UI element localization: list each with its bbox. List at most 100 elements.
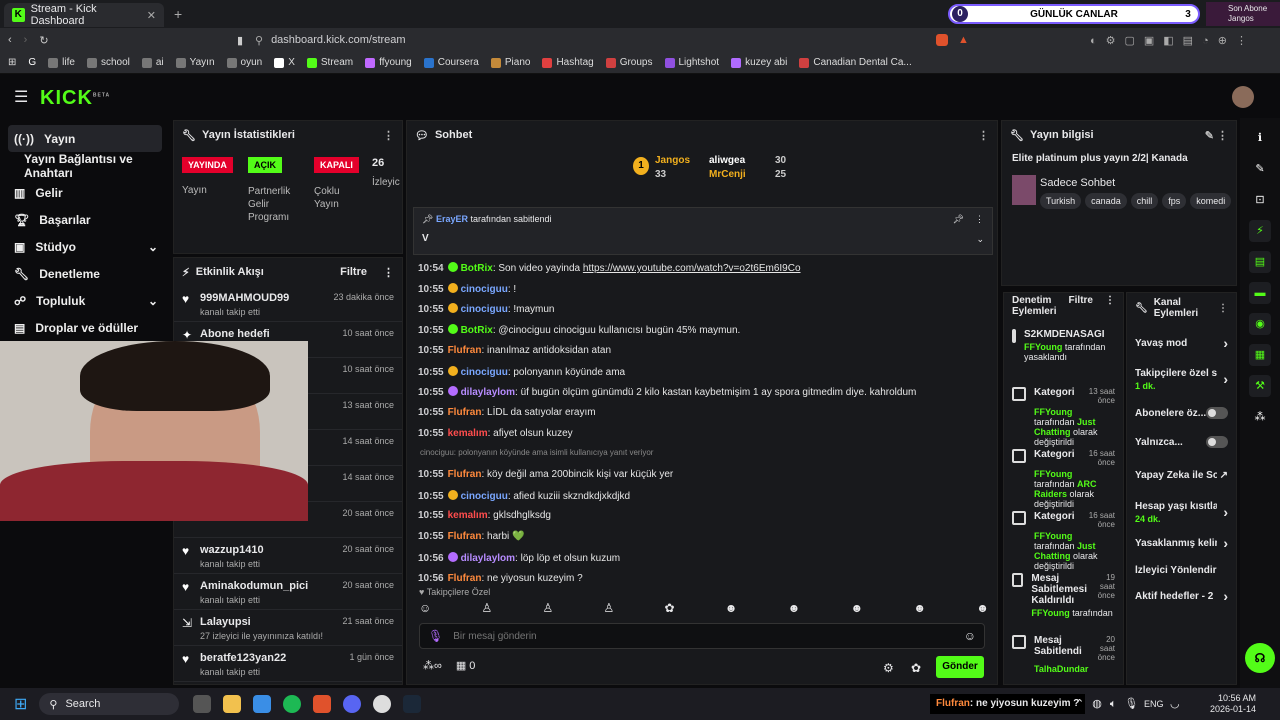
message-user[interactable]: cinociguu [461,284,508,295]
user-avatar[interactable] [1232,86,1254,108]
chat-message[interactable]: cinociguu: polonyanın köyünde ama isimli… [420,448,653,457]
bookmark-item[interactable]: Lightshot [664,57,719,68]
toggle-switch[interactable] [1206,436,1228,448]
mod-action-item[interactable]: Kategori 16 saat önce FFYoung tarafından J… [1004,505,1123,571]
settings-icon[interactable]: ⚙ [883,661,894,675]
tray-icons[interactable]: ⌃◍🔈︎🎙︎ [1075,697,1146,711]
brave-shield-icon[interactable] [936,34,948,46]
new-tab-icon[interactable]: + [174,6,182,22]
photos-icon[interactable] [253,695,272,713]
bookmark-item[interactable]: ai [141,57,164,68]
kick-points-icon[interactable]: ⁂∞ [423,659,442,672]
mod-action-user[interactable]: FFYoung [1031,608,1069,618]
category-name[interactable]: Sadece Sohbet [1040,177,1115,189]
external-link-icon[interactable]: ↗ [1220,470,1228,481]
bookmark-item[interactable]: oyun [226,57,262,68]
bookmark-item[interactable]: Stream [306,57,353,68]
bookmark-item[interactable]: Hashtag [542,57,594,68]
emote-icon[interactable]: ☺ [419,601,431,615]
emote-icon[interactable]: ☻ [913,601,926,615]
bookmark-item[interactable]: Piano [490,57,530,68]
channel-action-item[interactable]: Yasaklanmış kelin › [1127,531,1236,555]
mod-action-item[interactable]: Mesaj Sabitlemesi Kaldırıldı 19 saat önce… [1004,567,1123,629]
kebab-icon[interactable]: ⋮ [1105,295,1115,306]
toggle-switch[interactable] [1206,407,1228,419]
mod-action-user[interactable]: FFYoung [1034,469,1072,479]
chat-message[interactable]: 10:55 cinociguu: !maymun [418,303,555,315]
sidebar-item-stream-key[interactable]: Yayın Bağlantısı ve Anahtarı [0,152,170,180]
close-tab-icon[interactable]: ✕ [147,9,156,22]
stream-tag[interactable]: canada [1085,193,1127,209]
chat-message[interactable]: 10:55 Flufran: inanılmaz antidoksidan ata… [418,345,611,356]
chevron-down-icon[interactable]: ⌄ [976,234,984,245]
leader-name[interactable]: aliwgea [709,155,745,166]
stream-tag[interactable]: Turkish [1040,193,1082,209]
taskbar-search[interactable]: ⚲ Search [39,693,180,715]
discord-icon[interactable] [343,695,362,713]
steam-icon[interactable] [403,695,422,713]
chat-input[interactable]: 🎙︎ ☺ [419,623,985,649]
site-info-icon[interactable]: ⚲ [255,34,263,47]
channel-action-item[interactable]: Abonelere öz... [1127,399,1236,427]
message-user[interactable]: Flufran [448,573,482,584]
kebab-icon[interactable]: ⋮ [383,129,394,142]
spotify-icon[interactable] [283,695,302,713]
channel-action-item[interactable]: Hesap yaşı kısıtla 24 dk. › [1127,493,1236,531]
stream-tag[interactable]: komedi [1190,193,1232,209]
message-user[interactable]: Flufran [448,469,482,480]
message-user[interactable]: Flufran [448,407,482,418]
sidebar-item-revenue[interactable]: ▥ Gelir [0,179,170,206]
channel-action-item[interactable]: İzleyici Yönlendir [1127,555,1236,585]
chevron-right-icon[interactable]: › [1223,588,1228,604]
message-user[interactable]: dilaylaylom [461,387,515,398]
filter-button[interactable]: Filtre [340,266,367,278]
sidebar-item-stream[interactable]: ((·)) Yayın [8,125,162,152]
leader-name[interactable]: MrCenji [709,169,746,180]
bookmark-item[interactable]: ffyoung [365,57,412,68]
clock[interactable]: 10:56 AM 2026-01-14 [1210,693,1256,715]
chat-message[interactable]: 10:56 Flufran: ne yiyosun kuzeyim ? [418,573,583,584]
sidebar-item-achievements[interactable]: 🏆︎ Başarılar [0,206,170,233]
taskview-icon[interactable] [193,695,212,713]
info-icon[interactable]: ℹ [1249,127,1271,149]
chat-message[interactable]: 10:54 BotRix: Son video yayinda https://w… [418,262,801,274]
reload-icon[interactable]: ↻ [39,34,48,47]
message-user[interactable]: cinociguu [461,304,508,315]
mod-action-item[interactable]: Kategori 16 saat önce FFYoung tarafından A… [1004,443,1123,509]
channel-action-item[interactable]: Takipçilere özel s1 dk. › [1127,359,1236,399]
mod-action-user[interactable]: TalhaDundar [1034,664,1088,674]
channel-action-item[interactable]: Yalnızca... [1127,427,1236,457]
chevron-right-icon[interactable]: › [1223,335,1228,351]
camera-icon[interactable]: ⊡ [1249,189,1271,211]
mod-action-user[interactable]: FFYoung [1034,407,1072,417]
kebab-icon[interactable]: ⋮ [383,266,394,279]
message-input[interactable] [453,630,954,642]
mic-icon[interactable]: 🎙︎ [428,629,443,643]
layout-icon[interactable]: ▦ [1249,344,1271,366]
kebab-icon[interactable]: ⋮ [978,129,989,142]
bookmark-item[interactable]: Canadian Dental Ca... [799,57,912,68]
send-button[interactable]: Gönder [936,656,984,678]
support-button[interactable]: ☊ [1245,643,1275,673]
bookmark-item[interactable]: Coursera [423,57,479,68]
bookmark-item[interactable]: kuzey abi [731,57,787,68]
sidebar-item-community[interactable]: ☍ Topluluk ⌄ [0,287,170,314]
emote-icon[interactable]: ☻ [976,601,989,615]
bookmark-icon[interactable]: ▮ [237,34,243,47]
activity-item[interactable]: ♥ Aminakodumun_pici kanalı takip etti 20 sa… [174,574,402,610]
message-user[interactable]: BotRix [461,325,493,336]
message-user[interactable]: BotRix [461,263,493,274]
chat-message[interactable]: 10:55 kemalım: gklsdhglksdg [418,510,551,521]
chat-message[interactable]: 10:55 cinociguu: polonyanın köyünde ama [418,365,625,378]
obs-icon[interactable] [373,695,392,713]
kick-logo[interactable]: KICKBETA [40,87,110,110]
wifi-icon[interactable]: ◡ [1170,697,1180,710]
extensions-icons[interactable]: ◐⚙▢▣◧▤◔⊕⋮ [1090,34,1256,47]
bolt-icon[interactable]: ⚡︎ [1249,220,1271,242]
leader-name[interactable]: Jangos [655,155,690,166]
url-field[interactable]: ⚲ dashboard.kick.com/stream [255,29,975,51]
emote-icon[interactable]: ☻ [851,601,864,615]
bookmark-item[interactable]: Groups [605,57,653,68]
forward-icon[interactable]: › [24,34,28,46]
chat-message[interactable]: 10:56 dilaylaylom: löp löp et olsun kuzum [418,551,620,564]
